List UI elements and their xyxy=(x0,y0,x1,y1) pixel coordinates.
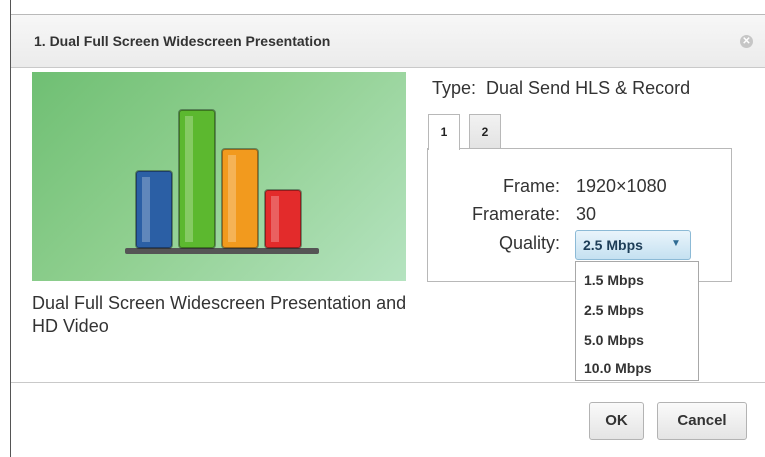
footer-divider xyxy=(11,382,765,383)
quality-label: Quality: xyxy=(498,233,560,253)
preview-image xyxy=(32,72,406,281)
framerate-label: Framerate: xyxy=(471,204,560,224)
icon-bar xyxy=(264,189,302,249)
dialog-titlebar: 1. Dual Full Screen Widescreen Presentat… xyxy=(11,15,765,68)
chevron-down-icon: ▼ xyxy=(671,238,681,249)
quality-option-1-5[interactable]: 1.5 Mbps xyxy=(584,272,644,288)
dialog-title: 1. Dual Full Screen Widescreen Presentat… xyxy=(34,33,331,49)
ok-button[interactable]: OK xyxy=(589,402,644,440)
framerate-value: 30 xyxy=(576,204,597,224)
icon-bar-shine xyxy=(185,116,193,242)
tab-2[interactable]: 2 xyxy=(469,114,501,148)
icon-bar-shine xyxy=(142,177,150,242)
window-edge xyxy=(0,0,11,457)
frame-label: Frame: xyxy=(502,176,560,196)
tab-1[interactable]: 1 xyxy=(428,114,460,150)
icon-bar xyxy=(221,148,259,249)
icon-bar-shine xyxy=(271,196,279,242)
quality-dropdown: 1.5 Mbps 2.5 Mbps 5.0 Mbps 10.0 Mbps xyxy=(575,261,699,381)
type-value: Dual Send HLS & Record xyxy=(486,78,691,98)
quality-option-2-5[interactable]: 2.5 Mbps xyxy=(584,302,644,318)
quality-select[interactable]: 2.5 Mbps ▼ xyxy=(575,230,691,260)
quality-option-5-0[interactable]: 5.0 Mbps xyxy=(584,332,644,348)
icon-bar xyxy=(178,109,216,249)
type-line: Type: Dual Send HLS & Record xyxy=(432,78,690,99)
icon-bar-shine xyxy=(228,155,236,242)
icon-bar xyxy=(135,170,173,249)
cancel-button[interactable]: Cancel xyxy=(657,402,747,440)
quality-option-10-0[interactable]: 10.0 Mbps xyxy=(584,360,652,376)
frame-value: 1920×1080 xyxy=(576,176,667,196)
type-label: Type: xyxy=(432,78,477,98)
quality-selected-value: 2.5 Mbps xyxy=(583,237,643,253)
close-icon[interactable]: ✕ xyxy=(740,35,753,48)
bar-chart-icon xyxy=(125,109,319,254)
preset-description: Dual Full Screen Widescreen Presentation… xyxy=(32,293,407,336)
